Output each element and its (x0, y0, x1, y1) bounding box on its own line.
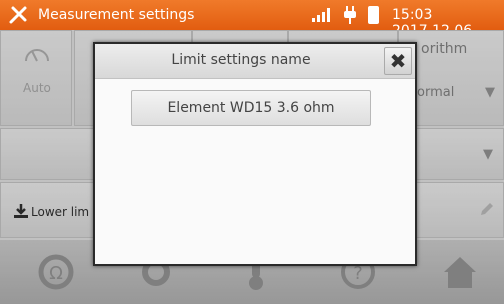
close-button[interactable]: ✖ (384, 47, 412, 75)
screen-title: Measurement settings (38, 7, 195, 23)
dialog-header: Limit settings name ✖ (95, 44, 415, 79)
limit-option-button[interactable]: Element WD15 3.6 ohm (131, 90, 371, 126)
status-bar: Measurement settings 15:03 2017.12.06 (0, 0, 504, 39)
tools-icon[interactable] (8, 5, 30, 25)
close-icon: ✖ (389, 49, 407, 73)
battery-icon (368, 6, 379, 24)
power-plug-icon (344, 6, 356, 24)
signal-icon (312, 8, 330, 22)
limit-settings-dialog: Limit settings name ✖ Element WD15 3.6 o… (93, 42, 417, 266)
dialog-title: Limit settings name (171, 52, 311, 68)
